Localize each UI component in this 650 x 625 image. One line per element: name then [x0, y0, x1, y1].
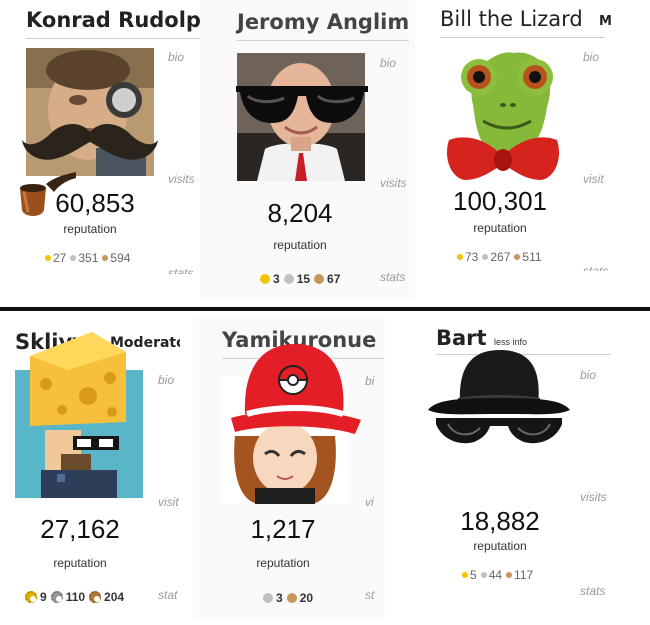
cheese-icon — [30, 332, 126, 426]
silver-badge-icon — [482, 254, 489, 260]
bronze-badge-icon — [89, 591, 102, 603]
bronze-badge-icon — [314, 274, 325, 284]
badge-counts: 73 267 511 — [457, 250, 546, 264]
badge-counts: 3 15 67 — [260, 272, 344, 286]
bio-link[interactable]: bio — [380, 56, 396, 70]
visits-link[interactable]: visits — [380, 176, 407, 190]
reputation-value: 18,882 — [460, 506, 540, 536]
bronze-badge-icon — [514, 254, 521, 260]
gold-badge-icon — [260, 274, 270, 284]
mustache-icon — [22, 123, 158, 160]
bio-link[interactable]: bi — [365, 374, 374, 388]
bronze-badge-icon — [506, 572, 513, 578]
silver-badge-icon — [480, 572, 487, 578]
user-card-sklivvz: Sklivvz Moderator bio visit stat 27,162 … — [0, 318, 190, 618]
reputation-label: reputation — [273, 238, 327, 252]
bio-link[interactable]: bio — [580, 368, 596, 382]
user-name[interactable]: Konrad Rudolph — [26, 8, 210, 32]
silver-badge-icon — [283, 274, 294, 284]
user-name[interactable]: Bill the Lizard — [440, 7, 583, 31]
reputation-label: reputation — [473, 539, 527, 553]
bronze-badge-icon — [286, 593, 297, 603]
user-name[interactable]: Jeromy Anglim — [237, 10, 409, 34]
visits-link[interactable]: visit — [583, 172, 604, 186]
user-card-konrad: Konrad Rudolph bio visits stats 60,853 r… — [0, 0, 210, 290]
bio-link[interactable]: bio — [583, 50, 599, 64]
bio-link[interactable]: bio — [168, 50, 184, 64]
silver-badge-icon — [50, 591, 63, 603]
bowtie-icon — [446, 137, 560, 180]
reputation-value: 1,217 — [250, 514, 316, 544]
gold-badge-icon — [457, 254, 463, 260]
name-underline — [237, 40, 409, 41]
user-card-bill: Bill the Lizard M bio visit stats 100,30… — [415, 0, 625, 290]
bowler-hat-glasses-avatar[interactable] — [426, 344, 572, 454]
gold-badge-icon — [45, 255, 51, 261]
moderator-label: M — [599, 14, 612, 29]
pokeball-cap-icon — [231, 344, 361, 434]
stats-link[interactable]: stats — [168, 266, 193, 274]
stats-link[interactable]: stats — [580, 584, 605, 598]
gold-badge-icon — [462, 572, 468, 578]
reputation-value: 60,853 — [55, 188, 135, 218]
reputation-value: 100,301 — [453, 186, 547, 216]
section-divider — [0, 307, 650, 311]
bronze-badge-icon — [102, 255, 109, 261]
bio-link[interactable]: bio — [158, 373, 174, 387]
reputation-label: reputation — [256, 556, 310, 570]
visits-link[interactable]: visits — [168, 172, 195, 186]
user-card-bart: Bart less info bio visits stats 18,882 r… — [400, 318, 625, 618]
badge-counts: 5 44 117 — [462, 568, 537, 582]
stats-link[interactable]: stats — [583, 264, 608, 271]
reputation-label: reputation — [63, 222, 117, 236]
user-card-yamikuronue: Yamikuronue bi vi st 1,217 reputation 3 … — [193, 318, 385, 618]
reputation-label: reputation — [53, 556, 107, 570]
gold-badge-icon — [25, 591, 37, 603]
stats-link[interactable]: stat — [158, 588, 177, 602]
user-card-jeromy: Jeromy Anglim bio visits stats 8,204 rep… — [200, 0, 415, 300]
stats-link[interactable]: stats — [380, 270, 405, 284]
visits-link[interactable]: visit — [158, 495, 179, 509]
reputation-label: reputation — [473, 221, 527, 235]
reputation-value: 8,204 — [267, 198, 333, 228]
reputation-value: 27,162 — [40, 514, 120, 544]
silver-badge-icon — [70, 255, 77, 261]
silver-badge-icon — [263, 593, 273, 603]
name-underline — [26, 38, 200, 39]
stats-link[interactable]: st — [365, 588, 374, 602]
badge-counts: 3 20 — [263, 591, 317, 605]
sunglasses-icon — [236, 86, 368, 123]
badge-counts: 27 351 594 — [45, 251, 134, 265]
name-underline — [440, 37, 605, 38]
visits-link[interactable]: vi — [365, 495, 374, 509]
badge-counts: 9 110 204 — [25, 590, 128, 604]
visits-link[interactable]: visits — [580, 490, 607, 504]
